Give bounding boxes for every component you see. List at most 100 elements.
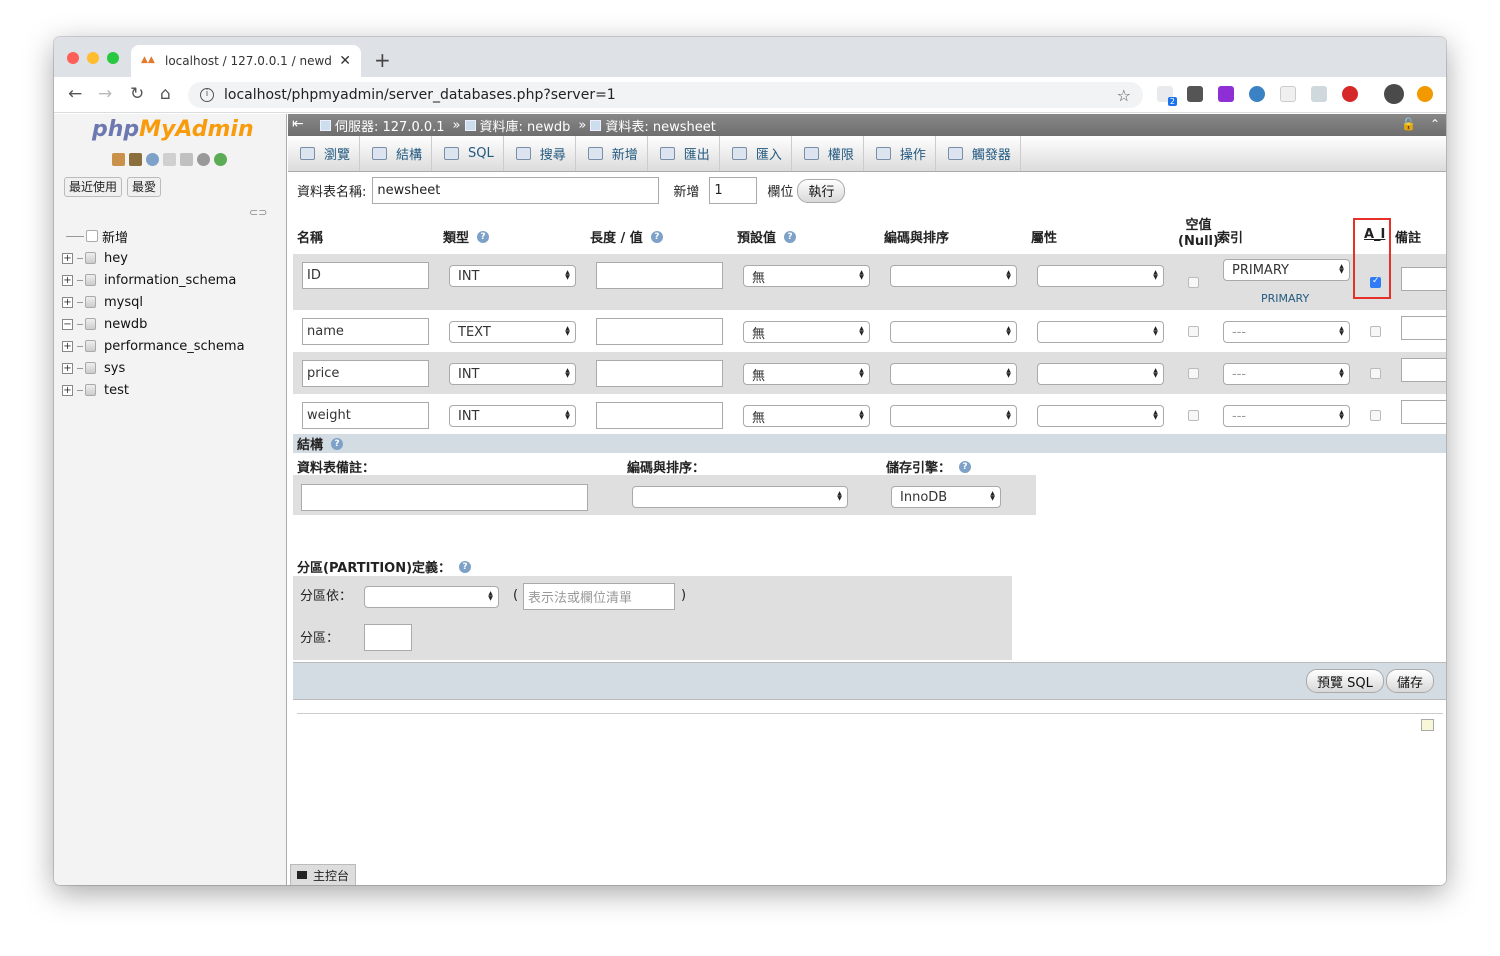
tree-db-newdb[interactable]: − newdb [62,313,245,335]
column-length-input[interactable] [596,402,723,429]
column-collation-select[interactable] [890,363,1017,385]
table-name-input[interactable]: newsheet [372,177,660,204]
bookmark-star-icon[interactable]: ☆ [1117,86,1131,105]
column-collation-select[interactable] [890,321,1017,343]
favorites-button[interactable]: 最愛 [127,177,162,197]
column-comment-input[interactable] [1401,267,1446,291]
tab-import[interactable]: 匯入 [720,136,792,171]
tab-sql[interactable]: SQL [432,136,504,171]
column-index-select[interactable]: PRIMARY [1223,259,1350,281]
link-with-main-icon[interactable]: ⊂⊃ [249,206,267,219]
tree-db-test[interactable]: + test [62,379,245,401]
column-length-input[interactable] [596,262,723,289]
reload-icon[interactable]: ↻ [130,84,144,104]
column-null-checkbox[interactable] [1188,326,1199,337]
home-icon[interactable] [112,153,125,166]
back-icon[interactable]: ← [68,84,82,104]
tab-privileges[interactable]: 權限 [792,136,864,171]
tree-new-database[interactable]: 新增 [62,225,245,247]
lock-icon[interactable]: 🔓 [1401,117,1416,131]
column-length-input[interactable] [596,318,723,345]
column-attributes-select[interactable] [1037,405,1164,427]
new-tab-button[interactable]: + [374,48,391,72]
column-index-select[interactable]: --- [1223,405,1350,427]
save-button[interactable]: 儲存 [1386,669,1435,693]
address-bar[interactable]: i localhost/phpmyadmin/server_databases.… [188,82,1143,108]
help-icon[interactable]: ? [784,230,797,243]
phpmyadmin-logo[interactable]: phpMyAdmin [92,117,254,142]
expand-icon[interactable]: + [62,362,73,374]
tab-search[interactable]: 搜尋 [504,136,576,171]
column-name-input[interactable]: weight [302,402,429,429]
extension-wiki-icon[interactable] [1280,86,1296,102]
expand-icon[interactable]: + [62,274,73,286]
column-attributes-select[interactable] [1037,363,1164,385]
tree-db-mysql[interactable]: + mysql [62,291,245,313]
extension-cast-icon[interactable] [1311,86,1327,102]
column-comment-input[interactable] [1401,400,1446,424]
extension-purple-icon[interactable] [1218,86,1234,102]
extension-red-icon[interactable] [1342,86,1358,102]
tab-structure[interactable]: 結構 [360,136,433,171]
help-icon[interactable]: ? [650,230,663,243]
tab-browse[interactable]: 瀏覽 [288,136,361,171]
index-note-link[interactable]: PRIMARY [1261,292,1309,305]
column-default-select[interactable]: 無 [743,321,870,343]
profile-avatar[interactable] [1384,84,1404,104]
column-type-select[interactable]: INT [449,363,576,385]
help-icon[interactable] [146,153,159,166]
help-icon[interactable]: ? [477,230,490,243]
column-default-select[interactable]: 無 [743,265,870,287]
column-default-select[interactable]: 無 [743,405,870,427]
console-toggle[interactable]: 主控台 [290,864,357,885]
go-button[interactable]: 執行 [797,178,846,203]
column-ai-checkbox[interactable] [1370,410,1381,421]
column-null-checkbox[interactable] [1188,368,1199,379]
close-window-button[interactable] [67,52,79,64]
collapse-top-icon[interactable]: ⌃ [1430,117,1440,131]
help-icon[interactable]: ? [959,460,972,473]
column-ai-checkbox[interactable] [1370,326,1381,337]
tab-insert[interactable]: 新增 [576,136,648,171]
column-ai-checkbox[interactable] [1370,368,1381,379]
column-collation-select[interactable] [890,265,1017,287]
tab-operations[interactable]: 操作 [864,136,936,171]
column-null-checkbox[interactable] [1188,410,1199,421]
copy-icon[interactable] [180,153,193,166]
partition-expression-input[interactable]: 表示法或欄位清單 [523,583,675,610]
help-icon[interactable]: ? [459,560,472,573]
expand-icon[interactable]: + [62,384,73,396]
column-null-checkbox[interactable] [1188,277,1199,288]
column-name-input[interactable]: ID [302,262,429,289]
column-type-select[interactable]: INT [449,405,576,427]
gear-icon[interactable] [197,153,210,166]
expand-icon[interactable]: + [62,296,73,308]
preview-sql-button[interactable]: 預覽 SQL [1306,669,1384,693]
logout-icon[interactable] [129,153,142,166]
site-info-icon[interactable]: i [200,88,214,102]
column-collation-select[interactable] [890,405,1017,427]
partition-by-select[interactable] [364,586,499,608]
storage-engine-select[interactable]: InnoDB [891,486,1001,508]
breadcrumb-server[interactable]: 伺服器: 127.0.0.1 [320,116,445,135]
reload-nav-icon[interactable] [214,153,227,166]
column-name-input[interactable]: name [302,318,429,345]
tree-db-performance-schema[interactable]: + performance_schema [62,335,245,357]
maximize-window-button[interactable] [107,52,119,64]
collapse-panel-icon[interactable]: ⇤ [292,116,304,132]
add-columns-count-input[interactable]: 1 [709,177,758,204]
column-index-select[interactable]: --- [1223,363,1350,385]
column-default-select[interactable]: 無 [743,363,870,385]
help-icon[interactable]: ? [331,437,344,450]
column-comment-input[interactable] [1401,316,1446,340]
close-tab-icon[interactable]: ✕ [339,53,351,69]
expand-icon[interactable]: + [62,340,73,352]
tree-db-hey[interactable]: + hey [62,247,245,269]
docs-icon[interactable] [163,153,176,166]
column-comment-input[interactable] [1401,358,1446,382]
column-type-select[interactable]: TEXT [449,321,576,343]
collapse-icon[interactable]: − [62,318,73,330]
tab-triggers[interactable]: 觸發器 [936,136,1021,171]
column-attributes-select[interactable] [1037,265,1164,287]
breadcrumb-database[interactable]: 資料庫: newdb [464,116,570,135]
